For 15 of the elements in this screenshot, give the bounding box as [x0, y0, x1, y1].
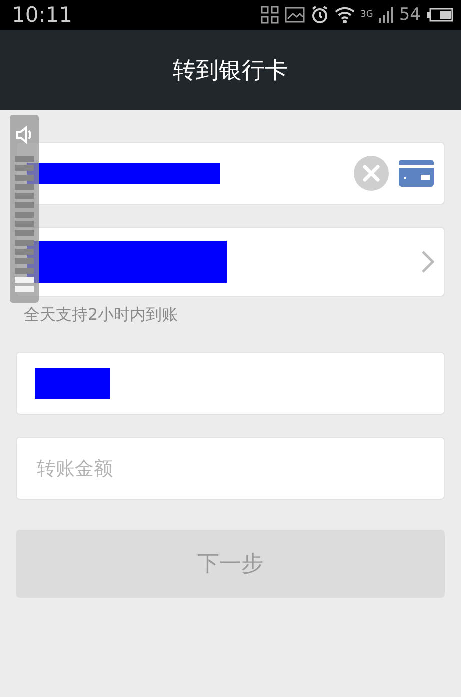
speaker-icon [14, 125, 34, 145]
battery-percent: 54 [399, 5, 421, 25]
chevron-right-icon [422, 251, 434, 273]
signal-icon [379, 7, 394, 23]
clock-time: 10:11 [12, 3, 74, 27]
bank-card-icon[interactable] [399, 160, 434, 187]
alarm-clock-icon [310, 6, 329, 24]
hint-text: 全天支持2小时内到账 [24, 305, 180, 326]
amount-field[interactable]: 转账金额 [16, 437, 445, 500]
grid-icon [260, 6, 279, 24]
image-icon [284, 7, 305, 23]
network-type: 3G [360, 10, 374, 20]
page-title: 转到银行卡 [173, 56, 288, 86]
wifi-icon [334, 7, 355, 23]
battery-icon [427, 8, 453, 22]
